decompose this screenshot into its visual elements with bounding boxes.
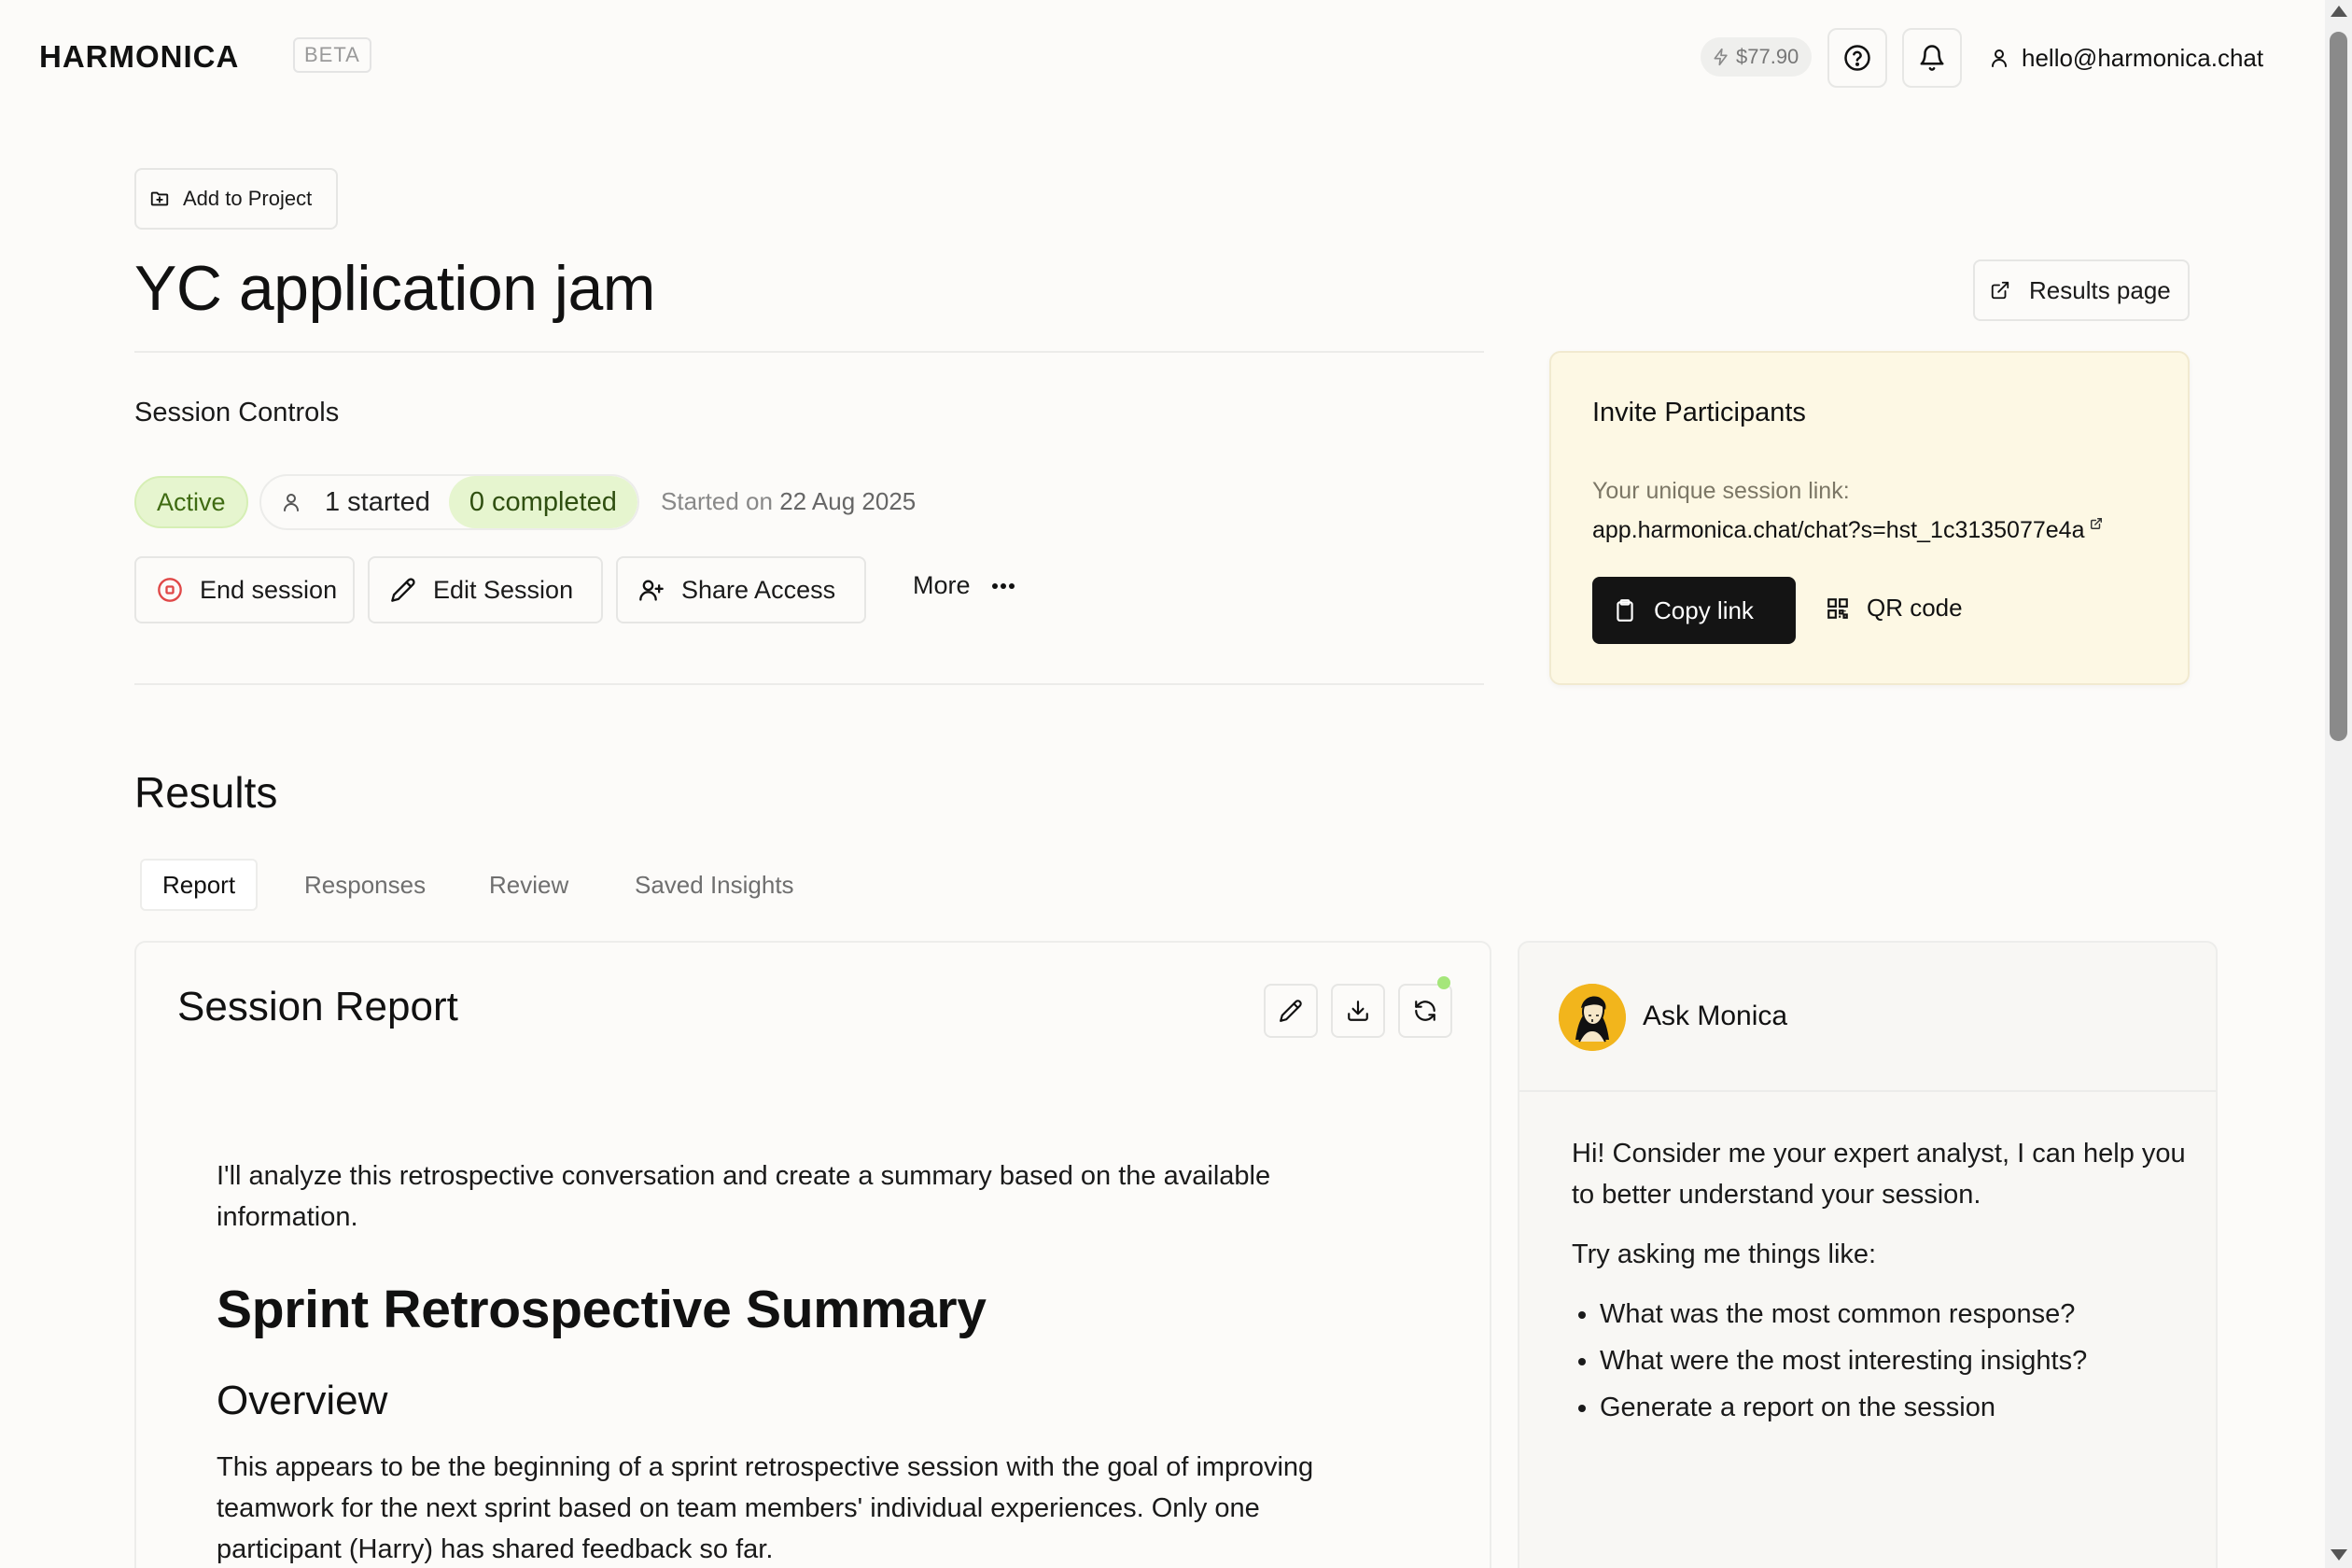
results-heading: Results — [134, 768, 278, 817]
download-report-button[interactable] — [1331, 984, 1385, 1038]
invite-participants-card: Invite Participants Your unique session … — [1549, 351, 2190, 685]
report-subheading: Overview — [217, 1378, 388, 1423]
user-icon — [280, 491, 302, 513]
copy-link-button[interactable]: Copy link — [1592, 577, 1796, 644]
qr-code-icon — [1826, 596, 1850, 621]
results-page-label: Results page — [2029, 275, 2171, 304]
folder-plus-icon — [149, 189, 170, 209]
monica-prompt: Try asking me things like: — [1572, 1239, 1877, 1269]
report-title: Session Report — [177, 984, 458, 1029]
started-on-value: 22 Aug 2025 — [779, 487, 917, 515]
more-menu-button[interactable]: More — [913, 571, 1015, 600]
app-logo[interactable]: HARMONICA — [39, 39, 239, 75]
title-divider — [134, 351, 1484, 353]
download-icon — [1346, 999, 1370, 1023]
suggestion-item[interactable]: What was the most common response? — [1600, 1294, 2197, 1335]
more-label: More — [913, 571, 971, 599]
monica-header: Ask Monica — [1519, 943, 2216, 1092]
end-session-button[interactable]: End session — [134, 556, 355, 623]
external-link-icon — [1990, 280, 2010, 301]
qr-code-button[interactable]: QR code — [1826, 594, 1963, 623]
external-link-icon — [2090, 517, 2103, 530]
tab-review[interactable]: Review — [469, 859, 589, 911]
qr-code-label: QR code — [1867, 594, 1963, 622]
tab-responses[interactable]: Responses — [284, 859, 446, 911]
session-link[interactable]: app.harmonica.chat/chat?s=hst_1c3135077e… — [1592, 517, 2103, 544]
started-on-date: Started on 22 Aug 2025 — [661, 487, 916, 516]
copy-link-label: Copy link — [1654, 595, 1754, 624]
tab-report[interactable]: Report — [140, 859, 259, 911]
started-count: 1 started — [261, 476, 449, 528]
user-icon — [1988, 47, 2010, 69]
user-email: hello@harmonica.chat — [2022, 43, 2264, 72]
edit-session-button[interactable]: Edit Session — [368, 556, 603, 623]
report-heading: Sprint Retrospective Summary — [217, 1280, 987, 1339]
ask-monica-panel: Ask Monica Hi! Consider me your expert a… — [1518, 941, 2218, 1568]
monica-avatar — [1559, 984, 1626, 1051]
pencil-icon — [390, 577, 416, 603]
user-menu[interactable]: hello@harmonica.chat — [1988, 41, 2263, 75]
bell-icon — [1918, 44, 1946, 72]
scrollbar-thumb[interactable] — [2330, 32, 2347, 741]
status-badge: Active — [134, 476, 248, 528]
suggestion-item[interactable]: What were the most interesting insights? — [1600, 1340, 2197, 1381]
user-plus-icon — [638, 577, 665, 603]
status-dot — [1437, 976, 1450, 989]
controls-divider — [134, 683, 1484, 685]
credit-balance[interactable]: $77.90 — [1701, 37, 1813, 77]
edit-report-button[interactable] — [1264, 984, 1318, 1038]
help-icon — [1843, 44, 1871, 72]
started-count-label: 1 started — [325, 486, 430, 517]
credit-amount: $77.90 — [1736, 45, 1799, 68]
report-content: I'll analyze this retrospective conversa… — [217, 1155, 1337, 1568]
tab-saved-insights[interactable]: Saved Insights — [614, 859, 815, 911]
pencil-icon — [1279, 999, 1303, 1023]
refresh-report-button[interactable] — [1398, 984, 1452, 1038]
notifications-button[interactable] — [1902, 28, 1962, 88]
monica-greeting: Hi! Consider me your expert analyst, I c… — [1572, 1139, 2186, 1210]
stop-circle-icon — [157, 577, 183, 603]
session-link-label: Your unique session link: — [1592, 478, 1850, 504]
report-intro: I'll analyze this retrospective conversa… — [217, 1161, 1271, 1232]
end-session-label: End session — [200, 575, 338, 604]
beta-badge: BETA — [293, 37, 371, 73]
edit-session-label: Edit Session — [433, 575, 574, 604]
monica-name: Ask Monica — [1643, 1001, 1788, 1031]
results-page-button[interactable]: Results page — [1973, 259, 2190, 321]
session-title: YC application jam — [134, 253, 655, 324]
scroll-up-arrow-icon[interactable] — [2331, 6, 2347, 17]
session-report-card: Session Report I'll analyze this retrosp… — [134, 941, 1491, 1568]
share-access-label: Share Access — [681, 575, 836, 604]
share-access-button[interactable]: Share Access — [616, 556, 866, 623]
completed-count: 0 completed — [448, 476, 637, 528]
suggestion-item[interactable]: Generate a report on the session — [1600, 1387, 2197, 1428]
monica-suggestions: What was the most common response? What … — [1572, 1294, 2197, 1428]
refresh-icon — [1413, 999, 1437, 1023]
help-button[interactable] — [1827, 28, 1887, 88]
session-link-text: app.harmonica.chat/chat?s=hst_1c3135077e… — [1592, 517, 2085, 543]
report-overview: This appears to be the beginning of a sp… — [217, 1452, 1314, 1564]
add-to-project-button[interactable]: Add to Project — [134, 168, 338, 230]
ellipsis-icon — [991, 582, 1015, 590]
participant-counts: 1 started 0 completed — [259, 474, 639, 530]
clipboard-icon — [1613, 598, 1637, 623]
started-on-prefix: Started on — [661, 487, 773, 515]
monica-message: Hi! Consider me your expert analyst, I c… — [1572, 1133, 2197, 1434]
scroll-down-arrow-icon[interactable] — [2331, 1549, 2347, 1561]
add-to-project-label: Add to Project — [183, 187, 313, 210]
session-controls-label: Session Controls — [134, 398, 340, 427]
invite-title: Invite Participants — [1592, 398, 1806, 427]
lightning-icon — [1712, 48, 1730, 66]
